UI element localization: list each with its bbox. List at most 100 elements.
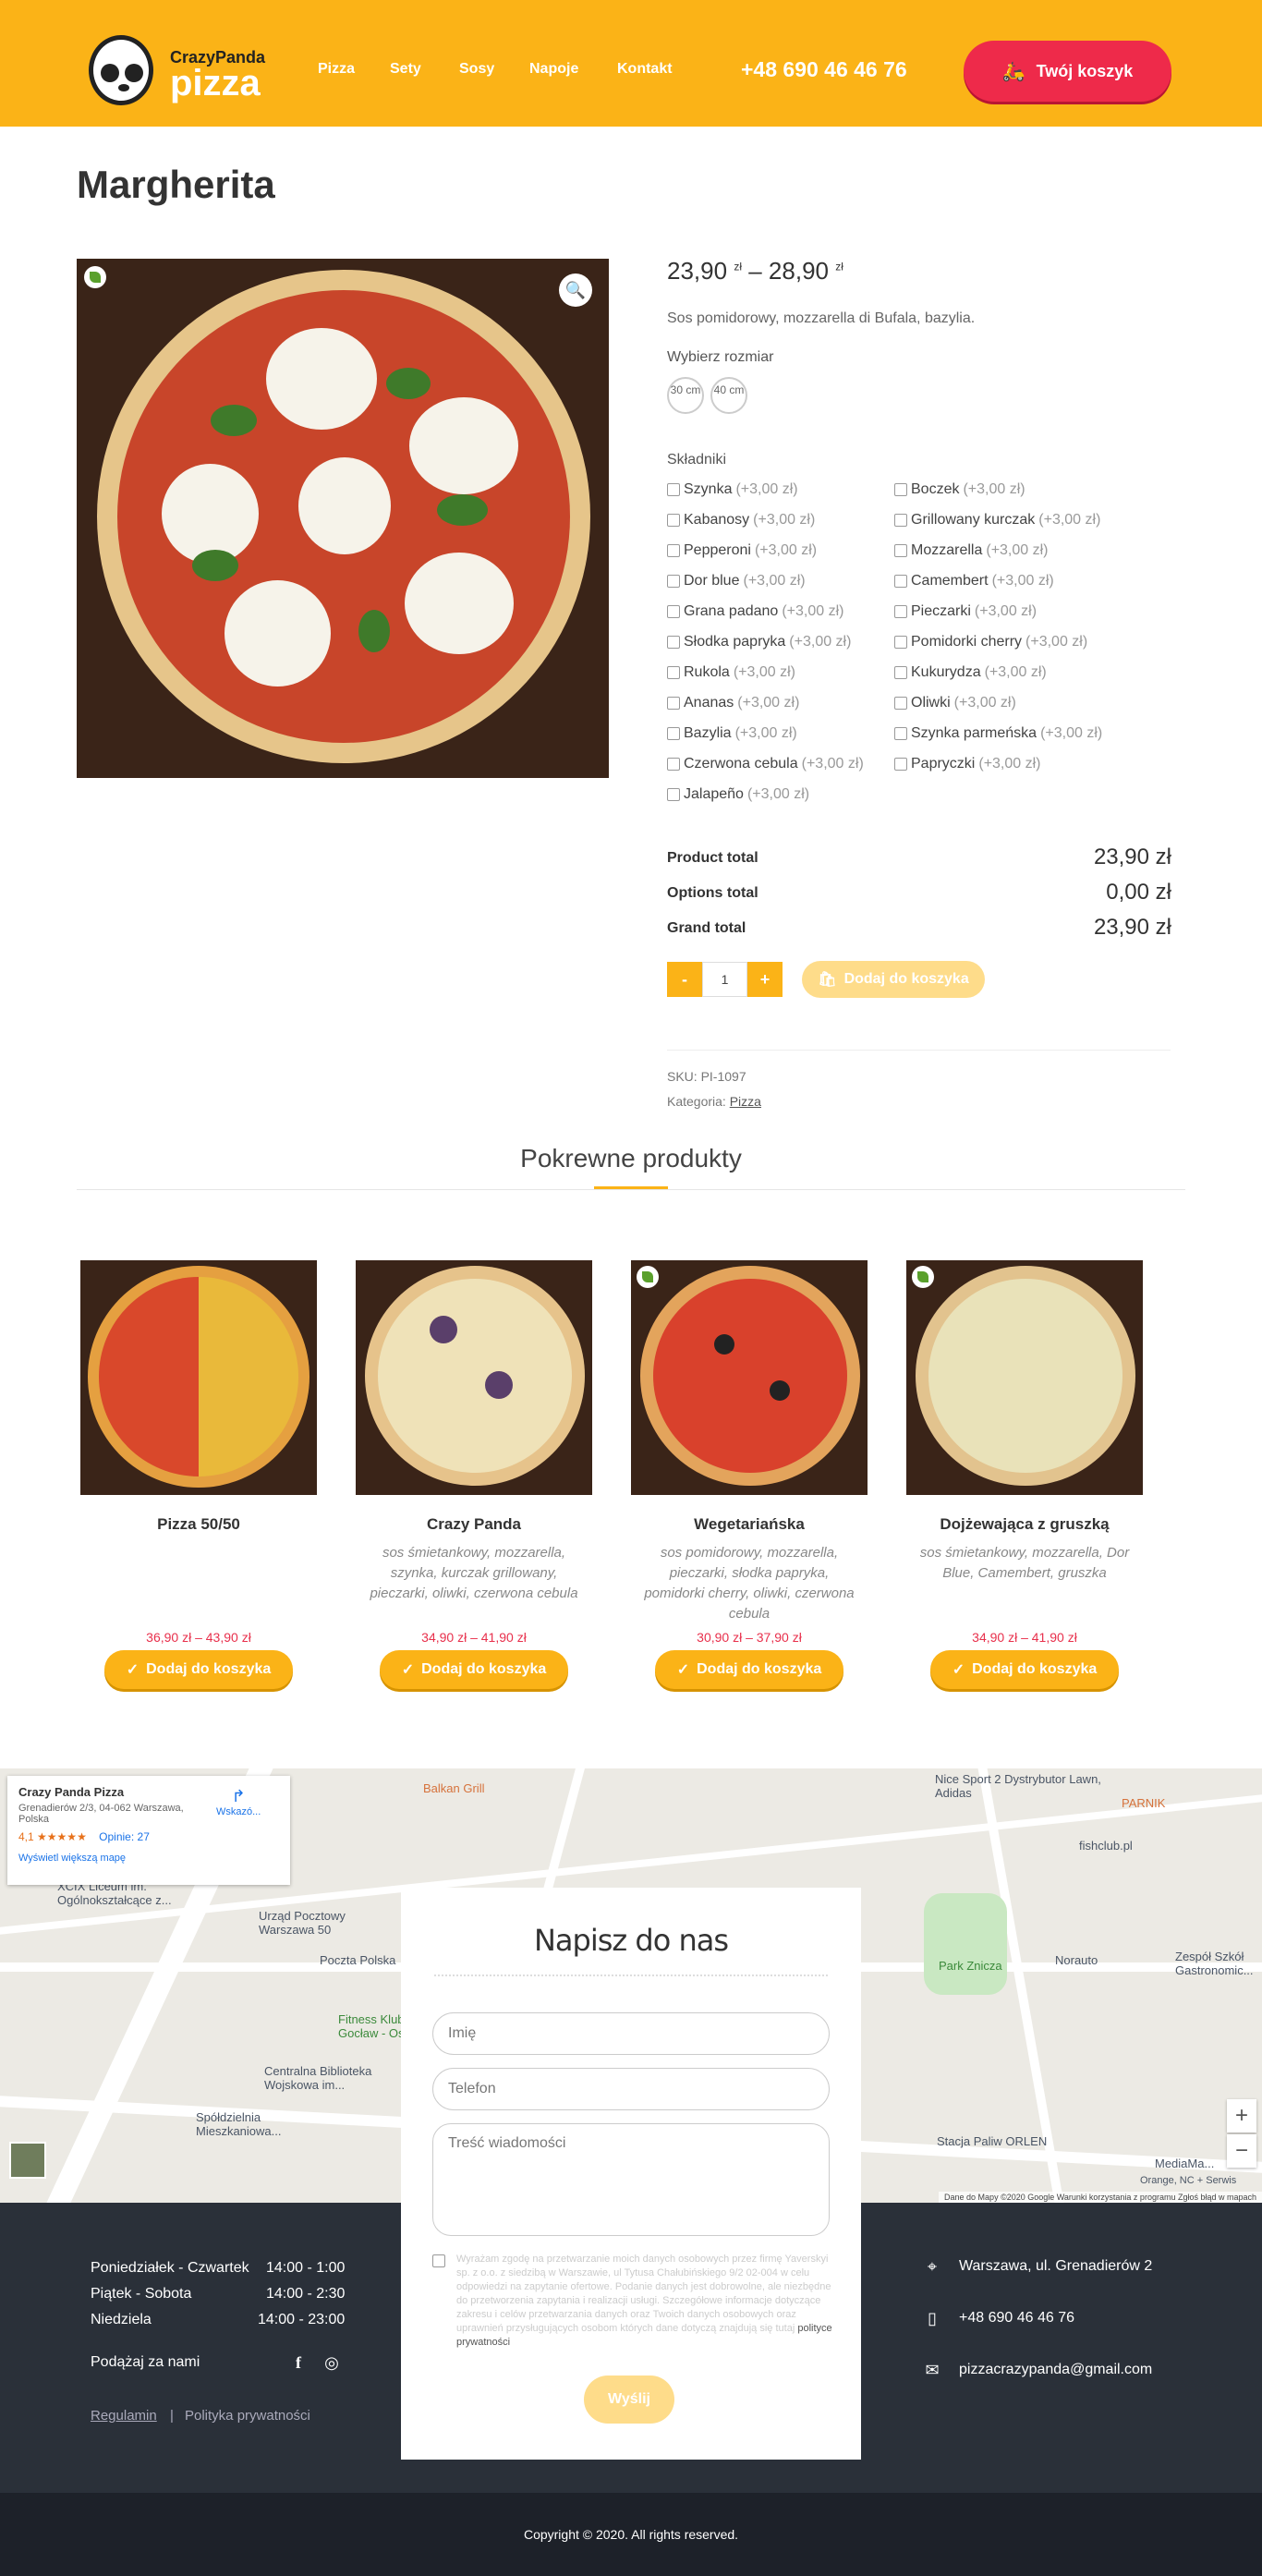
nav-sosy[interactable]: Sosy xyxy=(459,61,494,78)
ingredient-option[interactable]: Ananas (+3,00 zł) xyxy=(667,695,799,711)
consent-checkbox[interactable] xyxy=(432,2254,445,2267)
zoom-icon[interactable]: 🔍 xyxy=(559,273,592,307)
zoom-in-button[interactable]: + xyxy=(1227,2099,1256,2132)
ingredient-checkbox[interactable] xyxy=(667,483,680,496)
footer-email[interactable]: pizzacrazypanda@gmail.com xyxy=(959,2362,1152,2378)
ingredient-checkbox[interactable] xyxy=(894,727,907,740)
ingredient-checkbox[interactable] xyxy=(894,605,907,618)
ingredients-label: Składniki xyxy=(667,452,727,468)
ingredient-option[interactable]: Szynka parmeńska (+3,00 zł) xyxy=(894,725,1102,742)
add-to-cart-button[interactable]: ✓ Dodaj do koszyka xyxy=(655,1650,843,1689)
size-option-30[interactable]: 30 cm xyxy=(667,377,704,414)
ingredient-option[interactable]: Grana padano (+3,00 zł) xyxy=(667,603,843,620)
ingredient-checkbox[interactable] xyxy=(894,483,907,496)
footer-link-regulamin[interactable]: Regulamin xyxy=(91,2408,157,2424)
ingredient-option[interactable]: Bazylia (+3,00 zł) xyxy=(667,725,797,742)
instagram-icon[interactable]: ◎ xyxy=(322,2352,342,2373)
ingredient-checkbox[interactable] xyxy=(667,514,680,527)
ingredient-option[interactable]: Pepperoni (+3,00 zł) xyxy=(667,542,817,559)
ingredient-checkbox[interactable] xyxy=(667,758,680,771)
directions-button[interactable]: ↱ Wskazó... xyxy=(216,1787,261,1817)
ingredient-option[interactable]: Pomidorki cherry (+3,00 zł) xyxy=(894,634,1087,650)
ingredient-name: Camembert xyxy=(911,573,989,589)
ingredient-checkbox[interactable] xyxy=(894,666,907,679)
qty-minus-button[interactable]: - xyxy=(667,962,702,997)
nav-kontakt[interactable]: Kontakt xyxy=(617,61,673,78)
ingredient-option[interactable]: Kabanosy (+3,00 zł) xyxy=(667,512,815,529)
product-card-price: 30,90 zł – 37,90 zł xyxy=(697,1630,802,1645)
ingredient-checkbox[interactable] xyxy=(667,636,680,649)
ingredient-name: Słodka papryka xyxy=(684,634,786,650)
zoom-out-button[interactable]: − xyxy=(1227,2134,1256,2168)
ingredient-checkbox[interactable] xyxy=(667,666,680,679)
add-to-cart-button[interactable]: ✓ Dodaj do koszyka xyxy=(930,1650,1119,1689)
qty-input[interactable]: 1 xyxy=(702,962,747,997)
phone-field[interactable]: Telefon xyxy=(432,2068,830,2110)
ingredient-option[interactable]: Kukurydza (+3,00 zł) xyxy=(894,664,1047,681)
ingredient-option[interactable]: Jalapeño (+3,00 zł) xyxy=(667,786,809,803)
nav-sety[interactable]: Sety xyxy=(390,61,421,78)
cart-button[interactable]: 🛵 Twój koszyk xyxy=(964,41,1171,102)
ingredient-option[interactable]: Boczek (+3,00 zł) xyxy=(894,481,1025,498)
category-link[interactable]: Pizza xyxy=(730,1094,761,1109)
ingredient-option[interactable]: Szynka (+3,00 zł) xyxy=(667,481,798,498)
product-card-image[interactable] xyxy=(356,1260,592,1495)
product-card-image[interactable] xyxy=(80,1260,317,1495)
size-option-40[interactable]: 40 cm xyxy=(710,377,747,414)
ingredient-option[interactable]: Czerwona cebula (+3,00 zł) xyxy=(667,756,864,772)
ingredient-checkbox[interactable] xyxy=(894,575,907,588)
ingredient-checkbox[interactable] xyxy=(667,544,680,557)
ingredient-option[interactable]: Oliwki (+3,00 zł) xyxy=(894,695,1016,711)
product-card-name[interactable]: Pizza 50/50 xyxy=(80,1515,317,1534)
ingredient-checkbox[interactable] xyxy=(667,697,680,710)
ingredient-checkbox[interactable] xyxy=(894,514,907,527)
satellite-toggle[interactable] xyxy=(9,2142,46,2179)
footer-link-privacy[interactable]: Polityka prywatności xyxy=(185,2408,310,2424)
name-field[interactable]: Imię xyxy=(432,2012,830,2055)
message-field[interactable]: Treść wiadomości xyxy=(432,2123,830,2236)
ingredient-extra-price: (+3,00 zł) xyxy=(984,664,1047,680)
location-pin-icon: ⌖ xyxy=(927,2256,938,2276)
ingredient-checkbox[interactable] xyxy=(894,636,907,649)
ingredient-name: Kabanosy xyxy=(684,512,750,528)
add-to-cart-button[interactable]: ✓ Dodaj do koszyka xyxy=(104,1650,293,1689)
footer-phone[interactable]: +48 690 46 46 76 xyxy=(959,2310,1074,2327)
header-phone[interactable]: +48 690 46 46 76 xyxy=(741,57,907,82)
qty-plus-button[interactable]: + xyxy=(747,962,783,997)
product-image[interactable]: 🔍 xyxy=(77,259,609,778)
product-card-name[interactable]: Wegetariańska xyxy=(631,1515,868,1534)
site-logo[interactable]: CrazyPanda pizza xyxy=(89,35,273,105)
ingredient-checkbox[interactable] xyxy=(894,544,907,557)
ingredient-checkbox[interactable] xyxy=(667,727,680,740)
footer-address: Warszawa, ul. Grenadierów 2 xyxy=(959,2258,1153,2274)
ingredient-option[interactable]: Grillowany kurczak (+3,00 zł) xyxy=(894,512,1100,529)
ingredient-option[interactable]: Dor blue (+3,00 zł) xyxy=(667,573,806,589)
submit-button[interactable]: Wyślij xyxy=(584,2376,674,2424)
ingredient-name: Szynka parmeńska xyxy=(911,725,1038,741)
ingredient-checkbox[interactable] xyxy=(667,788,680,801)
ingredient-option[interactable]: Camembert (+3,00 zł) xyxy=(894,573,1054,589)
product-card-image[interactable] xyxy=(631,1260,868,1495)
ingredient-option[interactable]: Słodka papryka (+3,00 zł) xyxy=(667,634,851,650)
product-card-name[interactable]: Crazy Panda xyxy=(356,1515,592,1534)
ingredient-checkbox[interactable] xyxy=(667,605,680,618)
ingredient-option[interactable]: Pieczarki (+3,00 zł) xyxy=(894,603,1037,620)
larger-map-link[interactable]: Wyświetl większą mapę xyxy=(18,1853,279,1864)
add-to-cart-button[interactable]: ✓ Dodaj do koszyka xyxy=(380,1650,568,1689)
ingredient-checkbox[interactable] xyxy=(894,697,907,710)
product-category: Kategoria: Pizza xyxy=(667,1094,761,1109)
ingredient-checkbox[interactable] xyxy=(667,575,680,588)
add-to-cart-button[interactable]: 🛍 Dodaj do koszyka xyxy=(802,961,985,998)
product-card-name[interactable]: Dojżewająca z gruszką xyxy=(906,1515,1143,1534)
ingredient-option[interactable]: Papryczki (+3,00 zł) xyxy=(894,756,1041,772)
product-card-image[interactable] xyxy=(906,1260,1143,1495)
ingredient-option[interactable]: Mozzarella (+3,00 zł) xyxy=(894,542,1049,559)
map-attribution: Dane do Mapy ©2020 Google Warunki korzys… xyxy=(939,2192,1262,2203)
ingredient-option[interactable]: Rukola (+3,00 zł) xyxy=(667,664,795,681)
ingredient-checkbox[interactable] xyxy=(894,758,907,771)
product-card-price: 34,90 zł – 41,90 zł xyxy=(972,1630,1077,1645)
map-reviews-link[interactable]: Opinie: 27 xyxy=(99,1830,150,1843)
nav-pizza[interactable]: Pizza xyxy=(318,61,355,78)
nav-napoje[interactable]: Napoje xyxy=(529,61,578,78)
facebook-icon[interactable]: f xyxy=(288,2352,309,2373)
